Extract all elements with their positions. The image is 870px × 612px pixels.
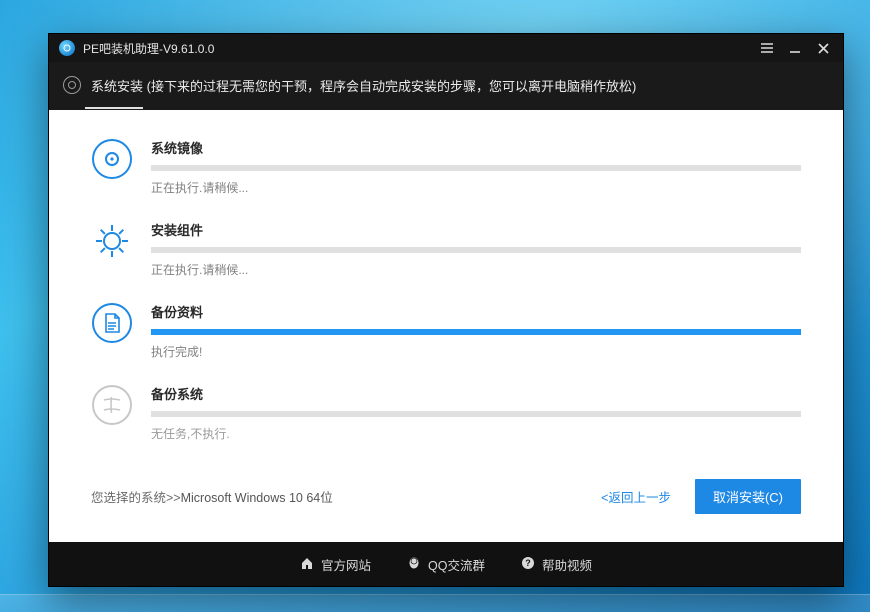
svg-text:?: ? [525,558,531,568]
help-video-label: 帮助视频 [542,555,592,574]
content-area: 系统镜像 正在执行.请稍候... 安装组件 [49,110,843,542]
window-title: PE吧装机助理-V9.61.0.0 [83,40,214,57]
step-title: 备份系统 [151,384,801,403]
step-title: 安装组件 [151,220,801,239]
official-site-label: 官方网站 [321,555,371,574]
progress-bar [151,411,801,417]
back-link[interactable]: <返回上一步 [601,487,671,506]
progress-bar [151,247,801,253]
step-title: 系统镜像 [151,138,801,157]
progress-bar [151,329,801,335]
footer-row: 您选择的系统>> Microsoft Windows 10 64位 <返回上一步… [91,471,801,530]
app-window: PE吧装机助理-V9.61.0.0 系统安装 (接下来的过程无需您的干预，程序会… [48,33,844,587]
step-status: 执行完成! [151,343,801,360]
progress-fill [151,329,801,335]
qq-icon [407,556,421,573]
help-icon: ? [521,556,535,573]
header-underline [85,107,143,109]
gear-icon [91,220,133,262]
app-logo-icon [59,40,75,56]
close-button[interactable] [809,34,837,62]
step-status: 正在执行.请稍候... [151,179,801,196]
step-status: 无任务,不执行. [151,425,801,442]
selected-system-value: Microsoft Windows 10 64位 [181,487,333,506]
step-install-components: 安装组件 正在执行.请稍候... [91,220,801,278]
selected-system-label: 您选择的系统>> [91,487,181,506]
cancel-install-button[interactable]: 取消安装(C) [695,479,801,514]
title-bar: PE吧装机助理-V9.61.0.0 [49,34,843,62]
header-subtitle: (接下来的过程无需您的干预，程序会自动完成安装的步骤，您可以离开电脑稍作放松) [143,79,636,94]
header-strip: 系统安装 (接下来的过程无需您的干预，程序会自动完成安装的步骤，您可以离开电脑稍… [49,62,843,108]
qq-group-link[interactable]: QQ交流群 [407,555,485,574]
menu-button[interactable] [753,34,781,62]
home-icon [300,556,314,573]
target-icon [63,76,81,94]
document-icon [91,302,133,344]
taskbar [0,594,870,612]
header-title: 系统安装 [91,79,143,94]
bottom-bar: 官方网站 QQ交流群 ? 帮助视频 [49,542,843,586]
disc-icon [91,138,133,180]
step-status: 正在执行.请稍候... [151,261,801,278]
step-backup-system: 备份系统 无任务,不执行. [91,384,801,442]
help-video-link[interactable]: ? 帮助视频 [521,555,592,574]
windows-icon [91,384,133,426]
qq-group-label: QQ交流群 [428,555,485,574]
step-title: 备份资料 [151,302,801,321]
step-system-image: 系统镜像 正在执行.请稍候... [91,138,801,196]
minimize-button[interactable] [781,34,809,62]
progress-bar [151,165,801,171]
step-backup-data: 备份资料 执行完成! [91,302,801,360]
official-site-link[interactable]: 官方网站 [300,555,371,574]
